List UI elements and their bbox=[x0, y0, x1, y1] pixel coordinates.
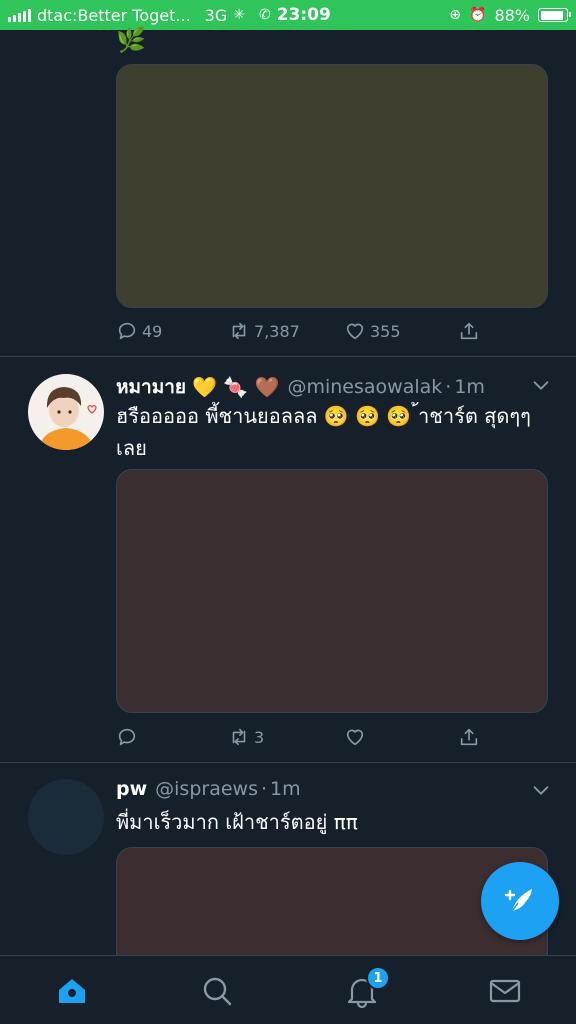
share-icon bbox=[460, 728, 478, 746]
status-bar: dtac:Better Toget... 3G ✳ ✆ 23:09 ⊕ ⏰ 88… bbox=[0, 0, 576, 30]
like-count: 355 bbox=[370, 321, 401, 341]
retweet-button[interactable]: 3 bbox=[228, 723, 264, 751]
display-name[interactable]: หมามาย bbox=[116, 372, 186, 402]
tweet-media[interactable] bbox=[116, 469, 548, 713]
reply-button[interactable] bbox=[116, 723, 138, 751]
retweet-button[interactable]: 7,387 bbox=[228, 317, 300, 345]
battery-icon bbox=[538, 8, 571, 22]
chevron-down-icon[interactable] bbox=[530, 374, 552, 396]
battery-percent: 88% bbox=[494, 5, 530, 25]
display-name[interactable]: pw bbox=[116, 778, 147, 800]
messages-icon[interactable] bbox=[488, 974, 522, 1008]
tweet-header: หมามาย 💛 🍬 🤎 @minesaowalak · 1m bbox=[116, 372, 485, 402]
tweet-media[interactable] bbox=[116, 64, 548, 308]
username[interactable]: @minesaowalak bbox=[287, 376, 442, 398]
call-icon: ✆ bbox=[258, 7, 271, 23]
loading-spinner-icon: ✳ bbox=[233, 7, 245, 23]
retweet-icon bbox=[232, 322, 246, 340]
divider bbox=[0, 762, 576, 763]
carrier-name: dtac:Better Toget... bbox=[37, 5, 191, 25]
reply-icon bbox=[118, 322, 136, 340]
like-button[interactable]: 355 bbox=[344, 317, 401, 345]
share-button[interactable] bbox=[458, 317, 480, 345]
like-button[interactable] bbox=[344, 723, 366, 751]
tab-bar bbox=[0, 955, 576, 1024]
tweet-actions: 49 7,387 355 bbox=[116, 317, 478, 345]
username[interactable]: @ispraews bbox=[155, 778, 258, 800]
compose-tweet-icon bbox=[504, 889, 532, 912]
tweet-header: pw @ispraews · 1m bbox=[116, 778, 301, 800]
rotation-lock-icon: ⊕ bbox=[449, 7, 461, 23]
share-icon bbox=[460, 322, 478, 340]
heart-icon bbox=[346, 323, 364, 340]
chevron-down-icon[interactable] bbox=[530, 779, 552, 801]
tweet-actions: 3 bbox=[116, 723, 478, 751]
name-emojis: 💛 🍬 🤎 bbox=[192, 375, 280, 399]
reply-count: 49 bbox=[142, 321, 163, 341]
reply-icon bbox=[118, 728, 136, 746]
divider bbox=[0, 356, 576, 357]
home-icon[interactable] bbox=[55, 974, 89, 1008]
compose-tweet-button[interactable] bbox=[481, 862, 559, 940]
retweet-icon bbox=[232, 728, 246, 746]
search-icon[interactable] bbox=[200, 974, 234, 1008]
timestamp[interactable]: 1m bbox=[270, 778, 301, 800]
reply-button[interactable]: 49 bbox=[116, 317, 162, 345]
status-time: 23:09 bbox=[276, 5, 331, 25]
tweet-text: พี่มาเร็วมาก เฝ้าชาร์ตอยู่ ππ bbox=[116, 810, 358, 834]
leaf-emoji: 🌿 bbox=[116, 26, 146, 54]
timestamp[interactable]: 1m bbox=[454, 376, 485, 398]
share-button[interactable] bbox=[458, 723, 480, 751]
tweet-text: ฮรือออออ พี้ชานยอลลล 🥺 🥺 🥺 ้าชาร์ต สุดๆๆ… bbox=[116, 404, 531, 460]
signal-strength-icon bbox=[8, 8, 31, 22]
avatar[interactable] bbox=[28, 374, 104, 450]
alarm-icon: ⏰ bbox=[469, 7, 487, 23]
retweet-count: 3 bbox=[254, 727, 265, 747]
notification-badge: 1 bbox=[366, 966, 390, 990]
avatar[interactable] bbox=[28, 779, 104, 855]
network-type: 3G bbox=[204, 5, 228, 25]
heart-icon bbox=[346, 729, 364, 746]
retweet-count: 7,387 bbox=[254, 321, 300, 341]
